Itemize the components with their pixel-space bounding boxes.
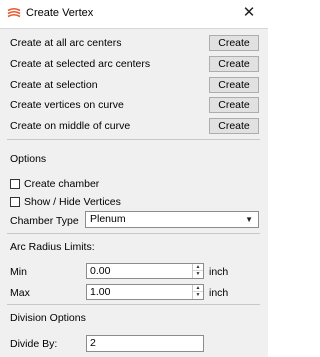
label-create-vertices-on-curve: Create vertices on curve (10, 99, 124, 111)
min-label: Min (10, 266, 27, 278)
create-vertices-on-curve-button[interactable]: Create (209, 97, 259, 113)
label-create-selected-arc-centers: Create at selected arc centers (10, 58, 151, 70)
arc-radius-heading: Arc Radius Limits: (10, 241, 95, 253)
title-bar: Create Vertex ✕ (0, 0, 268, 28)
create-chamber-checkbox[interactable] (10, 179, 20, 189)
create-selected-arc-centers-button[interactable]: Create (209, 56, 259, 72)
show-hide-vertices-label: Show / Hide Vertices (24, 196, 121, 208)
max-unit-label: inch (209, 287, 229, 299)
max-label: Max (10, 287, 30, 299)
window-title: Create Vertex (26, 7, 94, 19)
max-radius-value: 1.00 (90, 286, 111, 298)
create-all-arc-centers-button[interactable]: Create (209, 35, 259, 51)
options-heading: Options (10, 153, 47, 165)
separator (7, 139, 260, 140)
min-unit-label: inch (209, 266, 229, 278)
separator (7, 233, 260, 234)
spin-down-icon[interactable]: ▼ (193, 271, 203, 278)
create-at-selection-button[interactable]: Create (209, 77, 259, 93)
divide-by-input[interactable]: 2 (86, 335, 204, 352)
separator (7, 304, 260, 305)
spin-up-icon[interactable]: ▲ (193, 285, 203, 292)
create-chamber-label: Create chamber (24, 178, 100, 190)
chamber-type-value: Plenum (90, 213, 126, 225)
chamber-type-select[interactable]: Plenum ▼ (85, 211, 259, 228)
label-create-on-middle-of-curve: Create on middle of curve (10, 120, 131, 132)
spin-up-icon[interactable]: ▲ (193, 264, 203, 271)
close-icon[interactable]: ✕ (240, 4, 258, 22)
label-create-at-selection: Create at selection (10, 79, 98, 91)
min-radius-input[interactable]: 0.00 ▲ ▼ (86, 263, 204, 279)
min-radius-value: 0.00 (90, 265, 111, 277)
create-on-middle-of-curve-button[interactable]: Create (209, 118, 259, 134)
show-hide-vertices-checkbox[interactable] (10, 197, 20, 207)
spin-down-icon[interactable]: ▼ (193, 292, 203, 299)
max-radius-input[interactable]: 1.00 ▲ ▼ (86, 284, 204, 300)
label-create-all-arc-centers: Create at all arc centers (10, 37, 122, 49)
divide-by-value: 2 (90, 337, 96, 349)
chevron-down-icon: ▼ (245, 215, 253, 224)
max-radius-spinner[interactable]: ▲ ▼ (192, 285, 203, 299)
divide-by-label: Divide By: (10, 338, 58, 350)
division-options-heading: Division Options (10, 312, 86, 324)
chamber-type-label: Chamber Type (10, 215, 79, 227)
layered-vertex-icon (7, 7, 21, 20)
create-vertex-panel: Create at all arc centers Create Create … (0, 28, 268, 357)
min-radius-spinner[interactable]: ▲ ▼ (192, 264, 203, 278)
